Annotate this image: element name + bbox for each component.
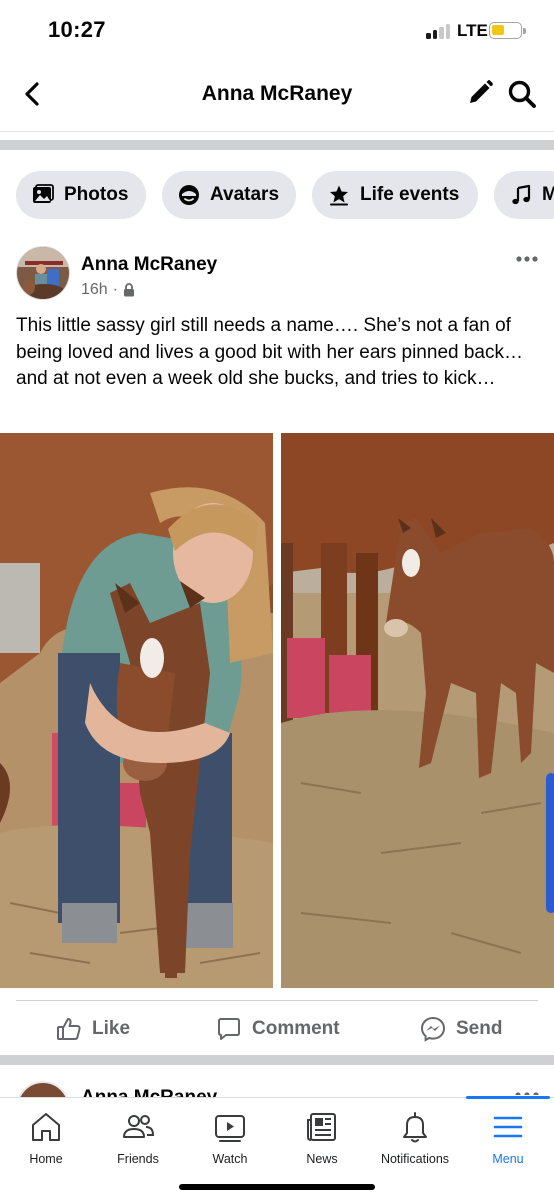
chip-life-events[interactable]: Life events <box>312 171 478 219</box>
more-options-icon[interactable] <box>515 252 539 266</box>
like-button[interactable]: Like <box>56 1007 130 1051</box>
like-icon <box>57 1018 81 1040</box>
tab-home[interactable]: Home <box>0 1098 92 1178</box>
messenger-icon <box>420 1016 446 1042</box>
post-author[interactable]: Anna McRaney <box>81 254 217 276</box>
home-indicator[interactable] <box>179 1184 375 1190</box>
more-options-icon[interactable] <box>514 1089 540 1095</box>
meta-separator: · <box>112 281 119 298</box>
tab-watch[interactable]: Watch <box>184 1098 276 1178</box>
divider <box>16 1000 538 1001</box>
battery-icon <box>489 22 526 39</box>
post-meta: 16h · <box>81 281 135 299</box>
post-author[interactable]: Anna McRaney <box>81 1087 217 1097</box>
music-note-icon <box>512 184 531 205</box>
tab-bar: Home Friends Watch News Notifications Me… <box>0 1096 554 1200</box>
edit-icon[interactable] <box>466 79 494 107</box>
menu-icon <box>493 1116 523 1138</box>
post-photo-girl-with-foal[interactable] <box>0 433 273 988</box>
tab-menu[interactable]: Menu <box>462 1098 554 1178</box>
lock-icon <box>124 283 135 297</box>
tab-news[interactable]: News <box>276 1098 368 1178</box>
home-icon <box>32 1113 60 1141</box>
avatar[interactable] <box>16 246 70 300</box>
post-text: This little sassy girl still needs a nam… <box>16 315 523 389</box>
star-flag-icon <box>330 185 348 206</box>
friends-icon <box>123 1115 155 1138</box>
avatar[interactable] <box>16 1081 70 1097</box>
post-photo-foal-with-mare[interactable] <box>281 433 554 988</box>
chip-music[interactable]: M <box>494 171 554 219</box>
chip-photos[interactable]: Photos <box>16 171 146 219</box>
news-icon <box>307 1113 336 1141</box>
chip-avatars[interactable]: Avatars <box>162 171 296 219</box>
status-time: 10:27 <box>48 17 106 42</box>
nav-bar: Anna McRaney <box>0 62 554 128</box>
post-time: 16h <box>81 281 108 298</box>
section-divider <box>0 140 554 150</box>
tab-friends[interactable]: Friends <box>92 1098 184 1178</box>
comment-button[interactable]: Comment <box>216 1007 340 1051</box>
post-actions: Like Comment Send <box>0 1007 554 1051</box>
comment-icon <box>218 1018 240 1040</box>
signal-icon <box>426 23 452 39</box>
chip-label: Photos <box>64 184 129 205</box>
chip-label: Avatars <box>210 184 280 205</box>
next-post: Anna McRaney <box>0 1065 554 1097</box>
bell-icon <box>403 1112 427 1143</box>
tab-notifications[interactable]: Notifications <box>369 1098 461 1178</box>
chip-label: M <box>542 184 554 205</box>
section-divider <box>0 1055 554 1065</box>
send-button[interactable]: Send <box>420 1007 502 1051</box>
chip-label: Life events <box>360 184 460 205</box>
status-bar: 10:27 LTE <box>0 0 554 62</box>
avatar-icon <box>179 185 199 205</box>
send-label: Send <box>456 1018 503 1039</box>
network-label: LTE <box>457 21 488 40</box>
search-icon[interactable] <box>507 79 537 109</box>
like-label: Like <box>92 1018 131 1039</box>
watch-icon <box>215 1115 245 1142</box>
divider <box>0 131 554 132</box>
photos-icon <box>33 184 54 203</box>
comment-label: Comment <box>252 1018 340 1039</box>
tab-label: Menu <box>492 1152 524 1166</box>
